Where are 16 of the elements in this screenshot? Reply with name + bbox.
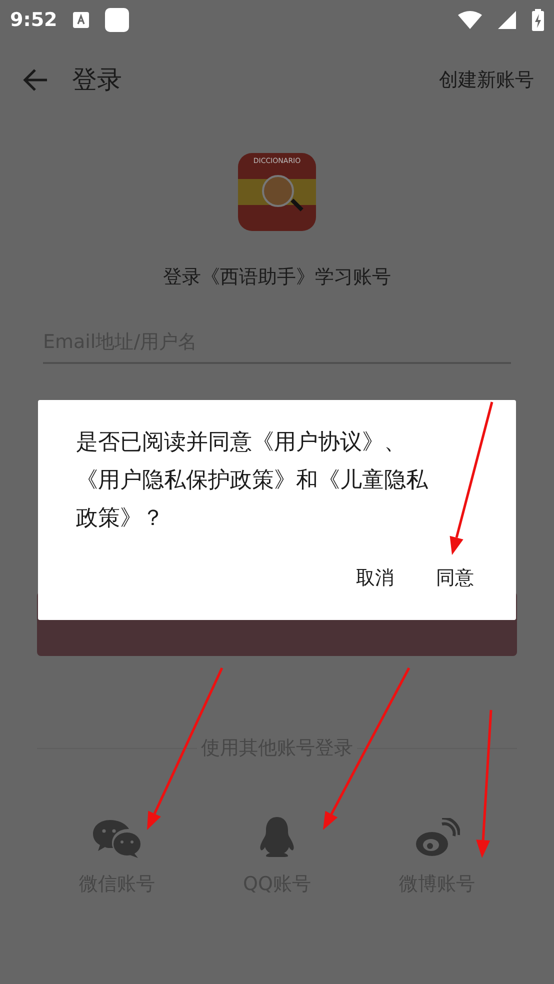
login-subtitle: 登录《西语助手》学习账号 bbox=[162, 265, 392, 290]
notification-icon bbox=[105, 8, 130, 32]
battery-icon bbox=[532, 9, 544, 31]
dialog-button[interactable]: 取消 bbox=[344, 560, 406, 596]
chat-bubbles-icon bbox=[92, 818, 142, 858]
eye-swirl-icon bbox=[414, 818, 460, 858]
status-time: 9:52 bbox=[10, 8, 58, 33]
back-arrow-icon[interactable] bbox=[22, 68, 48, 92]
signal-icon bbox=[498, 11, 516, 29]
penguin-icon bbox=[259, 816, 295, 858]
dialog-button[interactable]: 同意 bbox=[424, 560, 486, 596]
keyboard-notification-icon bbox=[73, 12, 90, 28]
create-account-link[interactable]: 创建新账号 bbox=[439, 66, 534, 94]
wifi-icon bbox=[458, 11, 482, 29]
consent-message: 是否已阅读并同意《用户协议》、《用户隐私保护政策》和《儿童隐私政策》？ bbox=[76, 429, 429, 533]
page-title: 登录 bbox=[72, 64, 122, 96]
